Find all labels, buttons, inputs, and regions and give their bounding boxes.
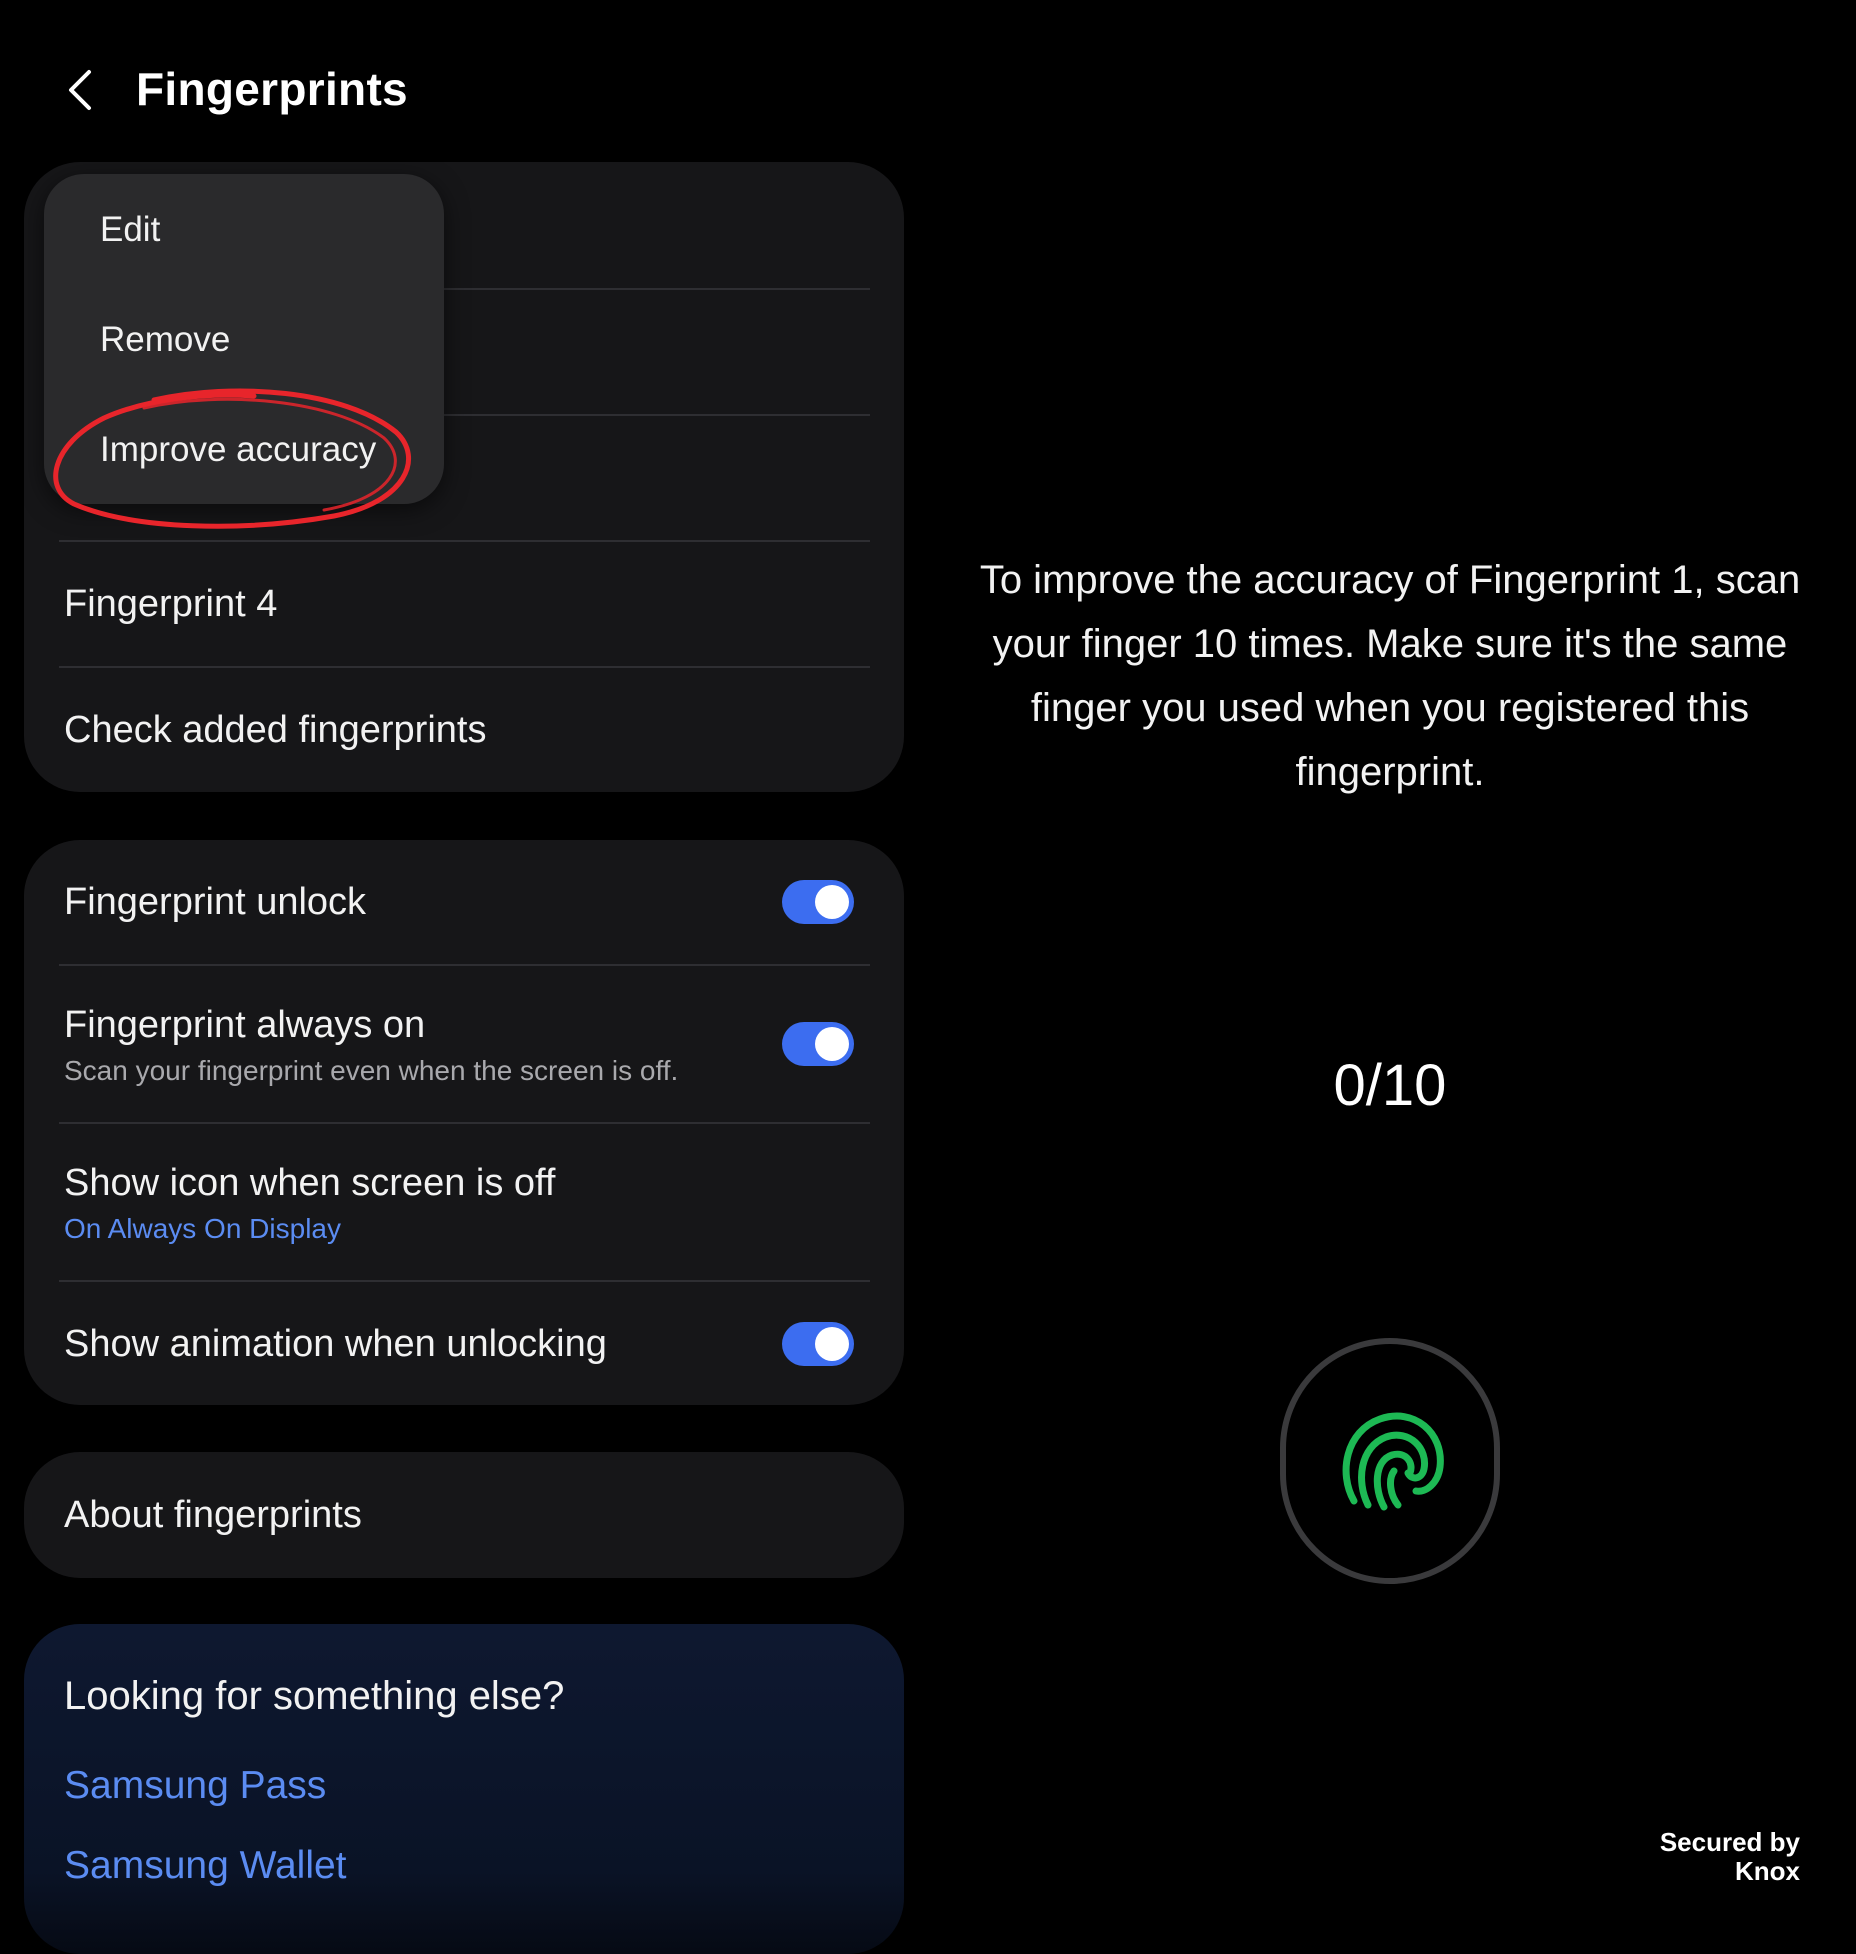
fingerprint-settings-card: Fingerprint unlock Fingerprint always on… xyxy=(24,840,904,1405)
fingerprint-unlock-toggle[interactable] xyxy=(782,880,854,924)
check-added-fingerprints-item[interactable]: Check added fingerprints xyxy=(24,668,904,792)
show-animation-row[interactable]: Show animation when unlocking xyxy=(24,1282,904,1405)
fingerprint-always-on-description: Scan your fingerprint even when the scre… xyxy=(64,1055,679,1086)
samsung-pass-link[interactable]: Samsung Pass xyxy=(64,1764,326,1808)
chevron-left-icon xyxy=(69,70,91,110)
fingerprint-always-on-row[interactable]: Fingerprint always on Scan your fingerpr… xyxy=(24,966,904,1122)
about-fingerprints-row[interactable]: About fingerprints xyxy=(24,1452,904,1578)
fingerprint-unlock-label: Fingerprint unlock xyxy=(64,880,367,923)
knox-line-1: Secured by xyxy=(1659,1827,1800,1857)
menu-item-remove[interactable]: Remove xyxy=(100,320,230,360)
knox-line-2: Knox xyxy=(1735,1856,1800,1886)
toggle-knob xyxy=(815,1327,849,1361)
fingerprint-options-menu: Edit Remove Improve accuracy xyxy=(44,174,444,504)
header-bar: Fingerprints xyxy=(0,40,920,140)
looking-title: Looking for something else? xyxy=(64,1674,565,1718)
show-icon-label: Show icon when screen is off xyxy=(64,1162,556,1204)
menu-item-improve-accuracy[interactable]: Improve accuracy xyxy=(100,430,376,470)
page-title: Fingerprints xyxy=(136,63,408,115)
fingerprint-4-item[interactable]: Fingerprint 4 xyxy=(24,542,904,666)
about-fingerprints-card[interactable]: About fingerprints xyxy=(24,1452,904,1578)
show-icon-row[interactable]: Show icon when screen is off On Always O… xyxy=(24,1124,904,1280)
fingerprint-always-on-label: Fingerprint always on xyxy=(64,1004,426,1046)
menu-item-edit[interactable]: Edit xyxy=(100,210,160,250)
toggle-knob xyxy=(815,1027,849,1061)
samsung-wallet-link[interactable]: Samsung Wallet xyxy=(64,1844,347,1888)
show-animation-toggle[interactable] xyxy=(782,1322,854,1366)
back-button[interactable] xyxy=(50,60,110,120)
enrollment-instructions: To improve the accuracy of Fingerprint 1… xyxy=(979,558,1801,794)
fingerprint-unlock-row[interactable]: Fingerprint unlock xyxy=(24,840,904,964)
looking-for-something-else-card: Looking for something else? Samsung Pass… xyxy=(24,1624,904,1954)
check-added-fingerprints-label: Check added fingerprints xyxy=(64,708,487,751)
secured-by-knox-label: Secured by Knox xyxy=(1660,1828,1800,1886)
about-fingerprints-label: About fingerprints xyxy=(64,1493,362,1536)
show-animation-label: Show animation when unlocking xyxy=(64,1322,607,1365)
fingerprint-4-label: Fingerprint 4 xyxy=(64,582,278,625)
scan-progress-counter: 0/10 xyxy=(1333,1053,1447,1118)
fingerprint-always-on-toggle[interactable] xyxy=(782,1022,854,1066)
fingerprint-sensor[interactable] xyxy=(1280,1338,1500,1584)
fingerprint-icon xyxy=(1342,1412,1444,1511)
show-icon-value: On Always On Display xyxy=(64,1213,341,1244)
toggle-knob xyxy=(815,885,849,919)
